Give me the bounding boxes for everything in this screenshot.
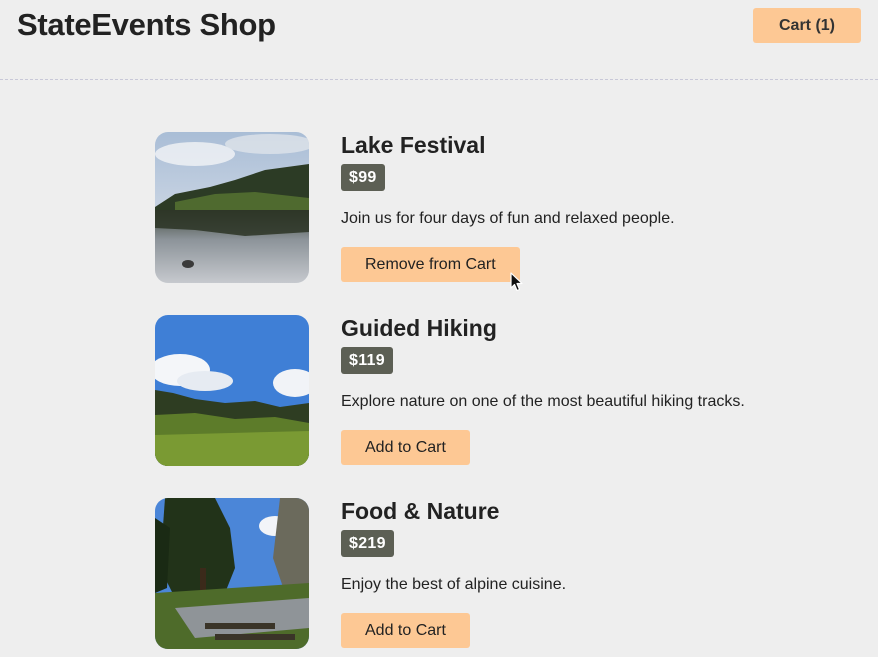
remove-from-cart-button[interactable]: Remove from Cart [341, 247, 520, 282]
product-image-guided-hiking [155, 315, 309, 466]
product-description: Join us for four days of fun and relaxed… [341, 210, 675, 227]
add-to-cart-button[interactable]: Add to Cart [341, 613, 470, 648]
price-badge: $99 [341, 164, 385, 191]
product-description: Enjoy the best of alpine cuisine. [341, 576, 567, 593]
shop-title: StateEvents Shop [17, 7, 276, 42]
product-image-lake-festival [155, 132, 309, 283]
product-title: Lake Festival [341, 132, 486, 158]
product-title: Guided Hiking [341, 315, 497, 341]
product-card: Lake Festival $99 Join us for four days … [155, 132, 795, 284]
price-badge: $219 [341, 530, 394, 557]
cart-button[interactable]: Cart (1) [753, 8, 861, 43]
price-badge: $119 [341, 347, 393, 374]
site-header: StateEvents Shop Cart (1) [0, 0, 878, 80]
product-card: Food & Nature $219 Enjoy the best of alp… [155, 498, 795, 650]
product-card: Guided Hiking $119 Explore nature on one… [155, 315, 795, 467]
product-title: Food & Nature [341, 498, 500, 524]
product-description: Explore nature on one of the most beauti… [341, 393, 745, 410]
product-image-food-and-nature [155, 498, 309, 649]
add-to-cart-button[interactable]: Add to Cart [341, 430, 470, 465]
